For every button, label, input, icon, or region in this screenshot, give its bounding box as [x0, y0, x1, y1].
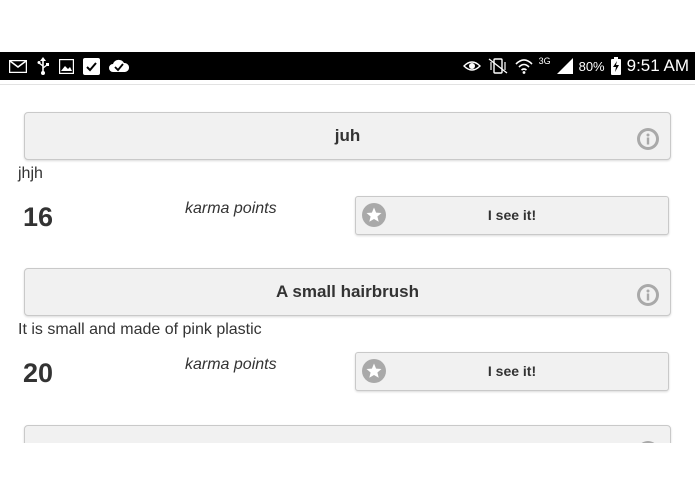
mail-icon [9, 59, 27, 73]
karma-points-label: karma points [185, 356, 277, 373]
item-title-button[interactable]: A small hairbrush [24, 268, 671, 316]
info-icon[interactable] [636, 279, 660, 306]
status-bar: 3G 80% 9:51 AM [0, 52, 695, 80]
checkbox-icon [83, 57, 100, 75]
i-see-it-label: I see it! [487, 207, 537, 223]
karma-points-value: 16 [23, 202, 54, 232]
cloud-check-icon [109, 59, 129, 73]
item-title-button[interactable]: juh [24, 112, 671, 160]
wifi-icon [515, 58, 533, 74]
star-icon [362, 359, 386, 383]
signal-icon [556, 58, 573, 74]
info-icon[interactable] [636, 123, 660, 150]
karma-points-value: 20 [23, 358, 54, 388]
item-description: jhjh [18, 165, 43, 182]
battery-charging-icon [610, 57, 621, 75]
item-title: A small hairbrush [276, 282, 419, 301]
karma-points-label: karma points [185, 200, 277, 217]
system-icons: 3G 80% 9:51 AM [462, 52, 689, 80]
i-see-it-button[interactable]: I see it! [355, 352, 669, 391]
vibrate-icon [487, 58, 509, 74]
i-see-it-label: I see it! [487, 363, 537, 379]
item-title-button[interactable] [24, 425, 671, 443]
star-icon [362, 203, 386, 227]
item-description: It is small and made of pink plastic [18, 321, 262, 338]
clock: 9:51 AM [626, 56, 689, 75]
i-see-it-button[interactable]: I see it! [355, 196, 669, 235]
image-icon [59, 58, 74, 74]
item-title: juh [334, 126, 361, 145]
usb-icon [36, 57, 50, 75]
item-list[interactable]: juh jhjh 16 karma points I see it! A sma… [0, 85, 695, 443]
eye-icon [462, 60, 481, 72]
info-icon[interactable] [636, 436, 660, 443]
notification-icons [9, 57, 129, 75]
battery-percent: 80% [578, 58, 605, 74]
network-type: 3G [538, 56, 551, 66]
